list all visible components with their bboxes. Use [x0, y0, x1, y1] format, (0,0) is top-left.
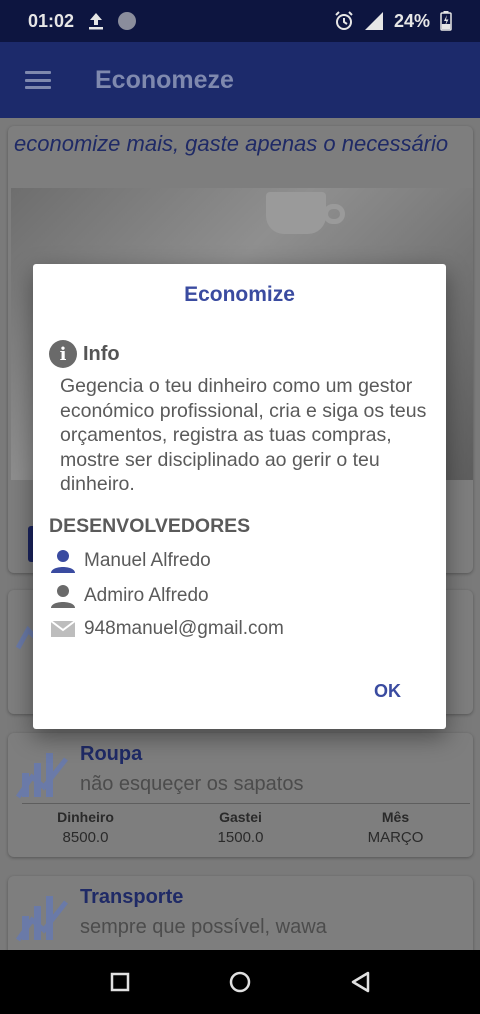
- menu-icon[interactable]: [25, 71, 51, 89]
- status-bar: 01:02 24%: [0, 0, 480, 42]
- recent-apps-icon[interactable]: [110, 972, 130, 992]
- app-bar: Economeze: [0, 42, 480, 118]
- person-icon: [51, 585, 75, 608]
- ok-button[interactable]: OK: [374, 681, 401, 702]
- person-icon: [51, 550, 75, 573]
- home-icon[interactable]: [229, 971, 251, 993]
- info-icon: i: [49, 340, 77, 368]
- hero-caption: economize mais, gaste apenas o necessári…: [14, 131, 449, 156]
- info-text: Gegencia o teu dinheiro como um gestor e…: [60, 375, 427, 495]
- status-time: 01:02: [28, 10, 75, 31]
- back-icon[interactable]: [350, 971, 370, 993]
- budget-card-transporte[interactable]: Transporte sempre que possível, wawa: [8, 876, 473, 950]
- budget-card-roupa[interactable]: Roupa não esqueçer os sapatos Dinheiro 8…: [8, 733, 473, 857]
- developer-row: Admiro Alfredo: [50, 583, 209, 609]
- budget-subtitle: sempre que possível, wawa: [80, 916, 327, 938]
- notification-dot-icon: [118, 12, 137, 30]
- alarm-icon: [335, 11, 353, 30]
- battery-percent: 24%: [393, 10, 430, 31]
- developer-name: Admiro Alfredo: [84, 585, 209, 606]
- developer-name: Manuel Alfredo: [84, 550, 211, 571]
- budget-title: Transporte: [80, 886, 184, 908]
- battery-charging-icon: [440, 11, 452, 31]
- chart-icon: [15, 896, 68, 942]
- info-label: Info: [83, 342, 120, 365]
- developer-row: Manuel Alfredo: [50, 548, 211, 574]
- chart-icon: [15, 753, 68, 799]
- system-nav-bar: [0, 950, 480, 1014]
- budget-subtitle: não esqueçer os sapatos: [80, 773, 304, 795]
- developers-heading: DESENVOLVEDORES: [49, 515, 251, 537]
- app-title: Economeze: [95, 65, 234, 94]
- mail-icon: [50, 620, 76, 637]
- dialog-title: Economize: [184, 283, 295, 306]
- budget-stats: Dinheiro 8500.0 Gastei 1500.0 Mês MARÇO: [8, 809, 473, 846]
- budget-title: Roupa: [80, 743, 143, 765]
- coffee-cup-image: [266, 192, 326, 234]
- stat-money: Dinheiro 8500.0: [57, 809, 114, 846]
- stat-month: Mês MARÇO: [367, 809, 424, 846]
- divider: [22, 803, 470, 804]
- email-row[interactable]: 948manuel@gmail.com: [50, 618, 284, 640]
- email-text: 948manuel@gmail.com: [84, 618, 284, 639]
- info-header: i Info: [49, 340, 120, 368]
- stat-spent: Gastei 1500.0: [217, 809, 264, 846]
- upload-icon: [89, 13, 104, 30]
- about-dialog: Economize i Info Gegencia o teu dinheiro…: [33, 264, 446, 729]
- signal-icon: [364, 12, 383, 30]
